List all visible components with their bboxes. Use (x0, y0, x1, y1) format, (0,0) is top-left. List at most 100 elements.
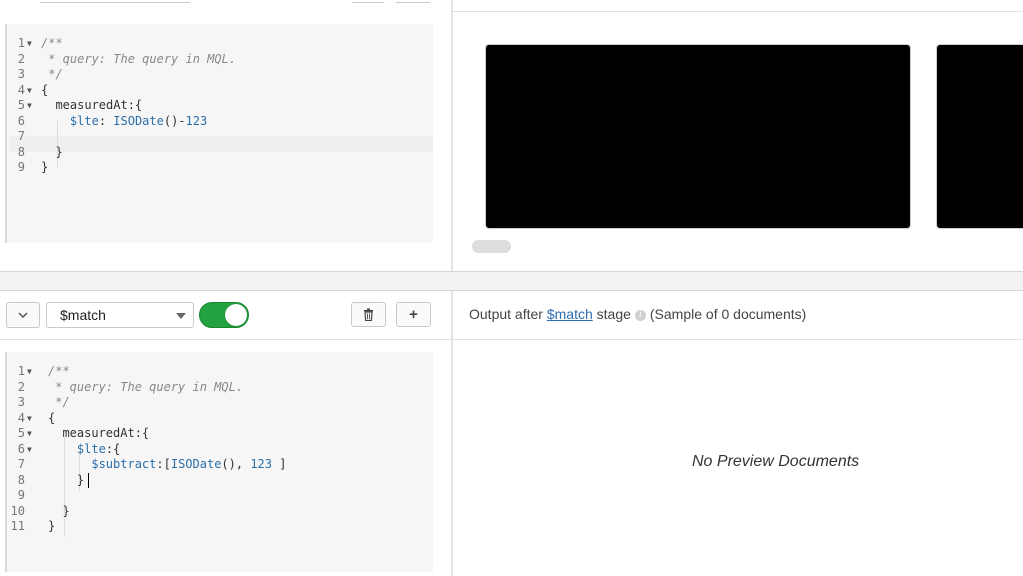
fold-toggle-icon[interactable]: ▼ (27, 83, 32, 99)
code-text: } (48, 504, 69, 520)
code-line[interactable]: 7 (7, 129, 433, 145)
line-number: 11 (10, 519, 25, 533)
stage-separator-bottom (0, 290, 1023, 291)
code-line[interactable]: 8 } (7, 473, 433, 489)
stage-enabled-toggle[interactable] (199, 302, 249, 328)
code-token: } (48, 472, 85, 487)
code-text: $lte:{ (48, 442, 120, 458)
code-token: ] (272, 457, 287, 471)
code-line[interactable]: 2 * query: The query in MQL. (7, 52, 433, 68)
stage1-code-editor[interactable]: 1 ▼/** 2 * query: The query in MQL. 3 */4 ▼{… (5, 24, 433, 243)
trash-icon (364, 308, 373, 321)
code-line[interactable]: 11} (7, 519, 433, 535)
code-text: * query: The query in MQL. (41, 52, 236, 68)
output-prefix: Output after (469, 306, 543, 322)
code-text: /** (48, 364, 70, 380)
code-text: $subtract:[ISODate(), 123 ] (48, 457, 286, 473)
stage1-add-edge[interactable] (396, 0, 430, 3)
stage-operator-link[interactable]: $match (547, 306, 593, 322)
code-token: * query: The query in MQL. (48, 379, 244, 394)
code-line[interactable]: 3 */ (7, 395, 433, 411)
chevron-down-icon (18, 312, 28, 318)
code-token: :{ (105, 441, 121, 456)
document-preview-card (485, 44, 911, 229)
code-line[interactable]: 10 } (7, 504, 433, 520)
preview-scrollbar-thumb[interactable] (472, 240, 511, 253)
line-number: 4 (17, 410, 25, 425)
fold-toggle-icon[interactable]: ▼ (27, 36, 32, 52)
code-token: } (41, 160, 49, 174)
code-text: { (41, 83, 48, 99)
code-line[interactable]: 5 ▼ measuredAt:{ (7, 426, 433, 442)
line-number: 10 (10, 503, 25, 518)
stage-gap (0, 272, 1023, 290)
stage1-delete-edge[interactable] (352, 0, 384, 3)
code-token: { (48, 410, 56, 425)
sample-count: (Sample of 0 documents) (649, 306, 807, 322)
toggle-knob (225, 304, 247, 326)
add-stage-button[interactable]: + (396, 302, 431, 327)
code-text: } (41, 144, 63, 161)
code-text: } (41, 160, 48, 176)
fold-toggle-icon[interactable]: ▼ (27, 364, 32, 380)
stage2-code-editor[interactable]: 1 ▼/** 2 * query: The query in MQL. 3 */4 ▼{… (5, 352, 433, 572)
code-line[interactable]: 4 ▼ { (7, 411, 433, 427)
code-text: /** (41, 36, 63, 52)
code-line[interactable]: 7 $subtract:[ISODate(), 123 ] (7, 457, 433, 473)
code-token: :[ (156, 457, 171, 471)
code-line[interactable]: 1 ▼ /** (7, 36, 433, 52)
code-token: : (98, 113, 114, 128)
stage1-select-edge[interactable] (40, 0, 190, 3)
line-number: 5 (17, 426, 25, 440)
fold-toggle-icon[interactable]: ▼ (27, 426, 32, 442)
code-token: measuredAt:{ (48, 426, 150, 440)
line-number: 3 (17, 395, 25, 409)
code-token: $lte (69, 113, 99, 128)
code-line[interactable]: 1 ▼ /** (7, 364, 433, 380)
code-token: 123 (185, 113, 208, 128)
line-number: 7 (17, 129, 25, 143)
code-token: /** (41, 36, 63, 50)
code-line[interactable]: 9 (7, 488, 433, 504)
code-text: { (48, 411, 55, 427)
fold-toggle-icon[interactable]: ▼ (27, 411, 32, 427)
code-token: $lte (76, 441, 106, 456)
code-text: } (48, 519, 55, 535)
top-divider (453, 11, 1023, 12)
code-token: } (48, 519, 56, 533)
stage-operator-select[interactable]: $match (46, 302, 194, 328)
line-number: 7 (17, 457, 25, 471)
code-text: } (48, 473, 84, 489)
code-line[interactable]: 9} (7, 160, 433, 176)
text-cursor (88, 473, 89, 488)
code-token: (), (221, 457, 251, 471)
code-token: ISODate (113, 113, 164, 128)
code-line[interactable]: 2 * query: The query in MQL. (7, 380, 433, 396)
code-line[interactable]: 6 $lte: ISODate()-123 (7, 114, 433, 130)
line-number: 6 (17, 113, 25, 128)
line-number: 4 (17, 82, 25, 97)
fold-toggle-icon[interactable]: ▼ (27, 442, 32, 458)
code-token: measuredAt:{ (41, 98, 143, 112)
delete-stage-button[interactable] (351, 302, 386, 327)
code-token: } (41, 144, 63, 159)
code-line[interactable]: 5 ▼ measuredAt:{ (7, 98, 433, 114)
info-icon[interactable]: i (634, 309, 646, 321)
code-token: /** (48, 364, 70, 378)
code-line[interactable]: 3 */ (7, 67, 433, 83)
code-line[interactable]: 6 ▼ $lte:{ (7, 442, 433, 458)
code-line[interactable]: 8 } (7, 145, 433, 161)
fold-toggle-icon[interactable]: ▼ (27, 98, 32, 114)
line-number: 3 (17, 67, 25, 81)
line-number: 5 (17, 98, 25, 112)
collapse-stage-button[interactable] (6, 302, 40, 328)
line-number: 2 (17, 379, 25, 394)
code-text: */ (41, 67, 62, 83)
output-suffix: stage (596, 306, 631, 322)
code-line[interactable]: 4 ▼ { (7, 83, 433, 99)
line-number: 8 (17, 144, 25, 159)
stage-operator-value: $match (60, 307, 106, 323)
